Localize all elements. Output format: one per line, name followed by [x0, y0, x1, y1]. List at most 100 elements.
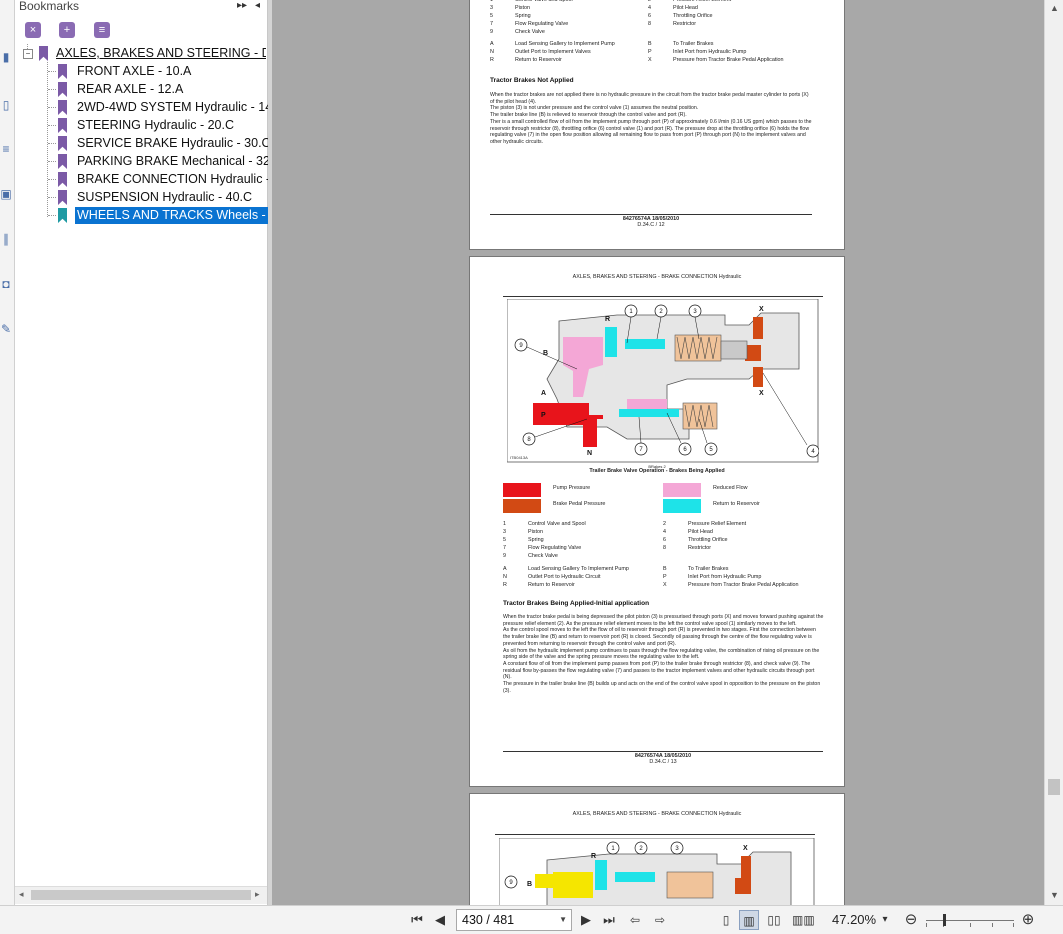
body-text: When the tractor brakes are not applied … — [490, 92, 812, 145]
scroll-left-icon[interactable]: ◂ — [19, 889, 24, 900]
zoom-slider[interactable] — [926, 914, 1014, 927]
bookmark-item[interactable]: REAR AXLE - 12.A — [75, 81, 268, 98]
tree-collapse-toggle[interactable]: − — [23, 49, 33, 59]
page-number-input[interactable]: 430 / 481 ▼ — [456, 909, 572, 931]
figure-caption: Trailer Brake Valve Operation - Brakes B… — [589, 468, 725, 474]
bookmark-item[interactable]: BRAKE CONNECTION Hydraulic - 34 — [75, 171, 268, 188]
zoom-level[interactable]: 47.20% — [832, 910, 876, 930]
port-label-n: N — [587, 450, 592, 457]
bookmark-item[interactable]: 2WD-4WD SYSTEM Hydraulic - 14. — [75, 99, 268, 116]
legend-key: P — [648, 49, 652, 55]
legend-label: Brake Pedal Pressure — [553, 501, 606, 507]
bookmark-item[interactable]: PARKING BRAKE Mechanical - 32.B — [75, 153, 268, 170]
scroll-up-icon[interactable]: ▲ — [1050, 3, 1059, 13]
status-navigation-bar: ⏮ ◀ 430 / 481 ▼ ▶ ⏭ ⇦ ⇨ ▯ ▥ ▯▯ ▥▥ 47.20%… — [0, 905, 1063, 934]
trailer-brake-valve-diagram-2: 9 1 2 3 R X B — [499, 838, 815, 905]
legend-label: Throttling Orifice — [688, 537, 728, 543]
attachments-icon[interactable]: ▣ — [0, 185, 12, 203]
legend-swatch — [503, 483, 541, 497]
scroll-right-icon[interactable]: ▸ — [255, 889, 260, 900]
zoom-in-icon[interactable]: ⊕ — [1018, 910, 1038, 930]
footer-page-number: D.34.C / 12 — [637, 222, 665, 228]
section-heading: Tractor Brakes Not Applied — [490, 77, 574, 84]
pdf-page-14: AXLES, BRAKES AND STEERING - BRAKE CONNE… — [469, 793, 845, 905]
bookmark-flag-icon — [58, 190, 67, 205]
legend-key: 4 — [648, 5, 651, 11]
legend-label: Piston — [528, 529, 543, 535]
side-tool-rail: ▮ ▯ ≡ ▣ ∥ ◘ ✎ — [0, 0, 15, 905]
bookmarks-panel-header: Bookmarks ▸▸ ◂ — [15, 0, 267, 14]
single-page-view-icon[interactable]: ▯ — [716, 910, 736, 930]
tree-line — [48, 125, 56, 126]
trailer-brake-valve-diagram: 1 2 3 4 5 6 7 8 9 R X B A P N X ITB0413A — [507, 299, 819, 463]
zoom-dropdown-icon[interactable]: ▾ — [880, 910, 890, 930]
bookmarks-panel-title: Bookmarks — [19, 0, 80, 13]
paperclip-icon[interactable]: ∥ — [0, 230, 12, 248]
bookmark-item[interactable]: WHEELS AND TRACKS Wheels - 50 — [75, 207, 268, 224]
bookmark-flag-icon — [58, 172, 67, 187]
legend-swatch — [503, 499, 541, 513]
legend-key: 1 — [503, 521, 506, 527]
document-scroll-thumb[interactable] — [1048, 779, 1060, 795]
legend-key: N — [490, 49, 494, 55]
facing-pages-view-icon[interactable]: ▯▯ — [764, 910, 784, 930]
bookmark-flag-icon — [58, 64, 67, 79]
add-bookmark-icon[interactable]: + — [59, 22, 75, 38]
zoom-slider-handle[interactable] — [943, 914, 946, 926]
previous-page-icon[interactable]: ◀ — [430, 910, 450, 930]
tree-line — [48, 71, 56, 72]
port-label-p: P — [541, 412, 546, 419]
signature-icon[interactable]: ✎ — [0, 320, 12, 338]
legend-key: N — [503, 574, 507, 580]
layers-icon[interactable]: ≡ — [0, 140, 12, 158]
last-page-icon[interactable]: ⏭ — [598, 910, 620, 930]
first-page-icon[interactable]: ⏮ — [406, 910, 428, 930]
chevron-down-icon[interactable]: ▼ — [559, 910, 567, 930]
bookmark-root[interactable]: AXLES, BRAKES AND STEERING - D — [56, 45, 266, 62]
scroll-down-icon[interactable]: ▼ — [1050, 890, 1059, 900]
legend-label: Pressure from Tractor Brake Pedal Applic… — [688, 582, 799, 588]
legend-key: X — [663, 582, 667, 588]
bookmark-item[interactable]: STEERING Hydraulic - 20.C — [75, 117, 268, 134]
delete-bookmark-icon[interactable]: × — [25, 22, 41, 38]
continuous-page-view-icon[interactable]: ▥ — [739, 910, 759, 930]
pdf-page-13: AXLES, BRAKES AND STEERING - BRAKE CONNE… — [469, 256, 845, 787]
legend-key: 6 — [648, 13, 651, 19]
panel-back-icon[interactable]: ◂ — [255, 0, 260, 12]
next-page-icon[interactable]: ▶ — [576, 910, 596, 930]
bookmarks-horizontal-scrollbar[interactable]: ◂ ▸ — [15, 886, 267, 904]
port-label-b: B — [527, 881, 532, 888]
continuous-facing-view-icon[interactable]: ▥▥ — [792, 910, 815, 930]
legend-key: 3 — [503, 529, 506, 535]
figure-id: ITB0413A — [510, 455, 528, 460]
pages-thumbnail-icon[interactable]: ▯ — [0, 96, 12, 114]
zoom-out-icon[interactable]: ⊖ — [901, 910, 921, 930]
legend-key: 6 — [663, 537, 666, 543]
legend-key: R — [490, 57, 494, 63]
bookmark-options-icon[interactable]: ≡ — [94, 22, 110, 38]
next-view-icon[interactable]: ⇨ — [650, 910, 670, 930]
document-viewport[interactable]: 1 Control Valve and Spool 2 Pressure Relief… — [272, 0, 1044, 905]
section-heading: Tractor Brakes Being Applied-Initial app… — [503, 600, 650, 607]
legend-label: Control Valve and Spool — [515, 0, 573, 3]
lock-icon[interactable]: ◘ — [0, 275, 12, 293]
bookmark-flag-icon — [39, 46, 48, 61]
bookmark-panel-icon[interactable]: ▮ — [0, 48, 12, 66]
header-rule — [495, 834, 815, 835]
legend-label: Pressure Relief Element — [673, 0, 732, 3]
bookmark-item[interactable]: SUSPENSION Hydraulic - 40.C — [75, 189, 268, 206]
collapse-panel-icon[interactable]: ▸▸ — [237, 0, 247, 12]
bookmark-item[interactable]: SERVICE BRAKE Hydraulic - 30.C — [75, 135, 268, 152]
tree-line — [48, 107, 56, 108]
legend-key: B — [663, 566, 667, 572]
bookmarks-scroll-thumb[interactable] — [31, 890, 251, 900]
bookmarks-panel: Bookmarks ▸▸ ◂ × + ≡ − AXLES, BRAKES AND… — [15, 0, 268, 905]
legend-label: Return to Reservoir — [528, 582, 575, 588]
previous-view-icon[interactable]: ⇦ — [625, 910, 645, 930]
bookmark-item[interactable]: FRONT AXLE - 10.A — [75, 63, 268, 80]
page-header: AXLES, BRAKES AND STEERING - BRAKE CONNE… — [572, 811, 742, 817]
legend-key: A — [490, 41, 494, 47]
legend-label: Control Valve and Spool — [528, 521, 586, 527]
port-label-a: A — [541, 390, 546, 397]
document-vertical-scrollbar[interactable]: ▲ ▼ — [1044, 0, 1063, 905]
